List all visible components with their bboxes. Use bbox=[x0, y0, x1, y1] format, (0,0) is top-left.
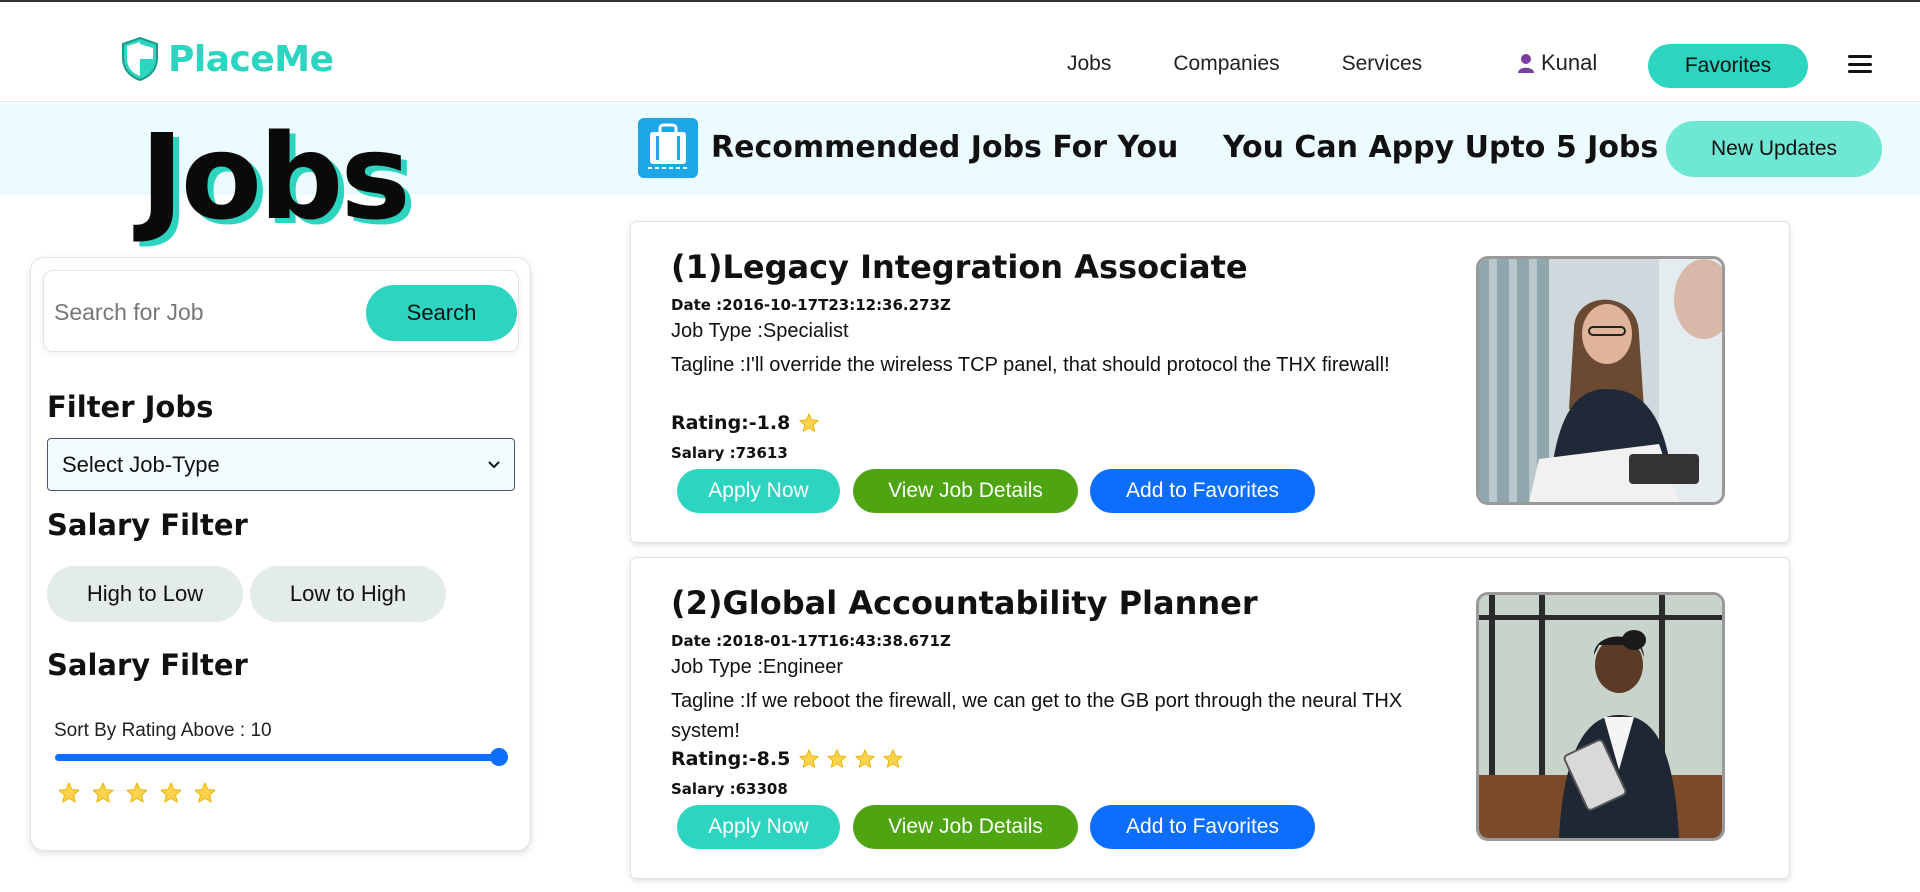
low-to-high-button[interactable]: Low to High bbox=[250, 566, 446, 622]
high-to-low-button[interactable]: High to Low bbox=[47, 566, 243, 622]
view-job-details-button[interactable]: View Job Details bbox=[853, 805, 1078, 849]
filter-jobs-heading: Filter Jobs bbox=[47, 390, 214, 424]
salary-filter-heading: Salary Filter bbox=[47, 508, 248, 542]
job-type: Job Type :Engineer bbox=[671, 656, 843, 678]
job-type-select-value: Select Job-Type bbox=[62, 451, 220, 477]
view-job-details-button[interactable]: View Job Details bbox=[853, 469, 1078, 513]
job-rating-stars bbox=[798, 748, 904, 770]
job-rating: Rating:-8.5 bbox=[671, 748, 904, 770]
rating-slider-thumb[interactable] bbox=[490, 748, 508, 766]
job-title: (2)Global Accountability Planner bbox=[671, 584, 1258, 622]
apply-now-button[interactable]: Apply Now bbox=[677, 805, 840, 849]
job-salary: Salary :63308 bbox=[671, 780, 788, 798]
job-date: Date :2018-01-17T16:43:38.671Z bbox=[671, 632, 951, 650]
job-card: (1)Legacy Integration Associate Date :20… bbox=[630, 221, 1790, 543]
favorites-button[interactable]: Favorites bbox=[1648, 44, 1808, 88]
search-button[interactable]: Search bbox=[366, 285, 517, 341]
job-rating-value: Rating:-8.5 bbox=[671, 748, 791, 770]
job-rating-stars bbox=[798, 412, 820, 434]
star-icon bbox=[799, 413, 819, 432]
job-rating-value: Rating:-1.8 bbox=[671, 412, 791, 434]
job-photo bbox=[1476, 256, 1725, 505]
nav-link-companies[interactable]: Companies bbox=[1173, 52, 1279, 76]
job-title: (1)Legacy Integration Associate bbox=[671, 248, 1248, 286]
search-input[interactable] bbox=[54, 289, 334, 335]
nav-links: Jobs Companies Services bbox=[1067, 52, 1484, 76]
star-icon bbox=[799, 749, 819, 768]
briefcase-icon bbox=[638, 118, 698, 178]
star-icon bbox=[194, 782, 216, 803]
hamburger-menu-icon[interactable] bbox=[1848, 55, 1872, 73]
filter-sidebar: Search Filter Jobs Select Job-Type Salar… bbox=[30, 257, 531, 851]
rating-slider-track[interactable] bbox=[55, 754, 500, 761]
star-icon bbox=[827, 749, 847, 768]
recommended-heading: Recommended Jobs For You bbox=[711, 130, 1179, 165]
add-to-favorites-button[interactable]: Add to Favorites bbox=[1090, 805, 1315, 849]
job-tagline: Tagline :I'll override the wireless TCP … bbox=[671, 354, 1390, 376]
job-salary: Salary :73613 bbox=[671, 444, 788, 462]
navbar: PlaceMe Jobs Companies Services Kunal Fa… bbox=[0, 2, 1920, 102]
user-icon bbox=[1518, 54, 1534, 73]
job-photo bbox=[1476, 592, 1725, 841]
job-rating: Rating:-1.8 bbox=[671, 412, 820, 434]
brand-name: PlaceMe bbox=[168, 38, 334, 80]
add-to-favorites-button[interactable]: Add to Favorites bbox=[1090, 469, 1315, 513]
page-title: Jobs bbox=[140, 108, 411, 246]
star-icon bbox=[855, 749, 875, 768]
nav-link-jobs[interactable]: Jobs bbox=[1067, 52, 1111, 76]
star-icon bbox=[160, 782, 182, 803]
new-updates-button[interactable]: New Updates bbox=[1666, 121, 1882, 177]
search-box: Search bbox=[43, 270, 519, 352]
job-date: Date :2016-10-17T23:12:36.273Z bbox=[671, 296, 951, 314]
job-card: (2)Global Accountability Planner Date :2… bbox=[630, 557, 1790, 879]
businesswoman-tablet-photo-image bbox=[1479, 595, 1722, 838]
user-name: Kunal bbox=[1541, 50, 1598, 75]
job-type-select[interactable]: Select Job-Type bbox=[47, 438, 515, 491]
star-icon bbox=[92, 782, 114, 803]
businesswoman-photo-image bbox=[1479, 259, 1722, 502]
rating-filter-heading: Salary Filter bbox=[47, 648, 248, 682]
nav-link-services[interactable]: Services bbox=[1342, 52, 1423, 76]
apply-now-button[interactable]: Apply Now bbox=[677, 469, 840, 513]
star-icon bbox=[58, 782, 80, 803]
star-icon bbox=[126, 782, 148, 803]
job-tagline: Tagline :If we reboot the firewall, we c… bbox=[671, 690, 1403, 742]
rating-stars bbox=[57, 781, 217, 805]
job-type: Job Type :Specialist bbox=[671, 320, 849, 342]
brand-logo[interactable]: PlaceMe bbox=[120, 36, 334, 82]
rating-filter-label: Sort By Rating Above : 10 bbox=[54, 720, 272, 741]
apply-limit-text: You Can Appy Upto 5 Jobs ! bbox=[1223, 130, 1683, 165]
user-menu[interactable]: Kunal bbox=[1517, 50, 1597, 76]
shield-logo-icon bbox=[122, 36, 158, 82]
chevron-down-icon bbox=[488, 460, 500, 468]
star-icon bbox=[883, 749, 903, 768]
